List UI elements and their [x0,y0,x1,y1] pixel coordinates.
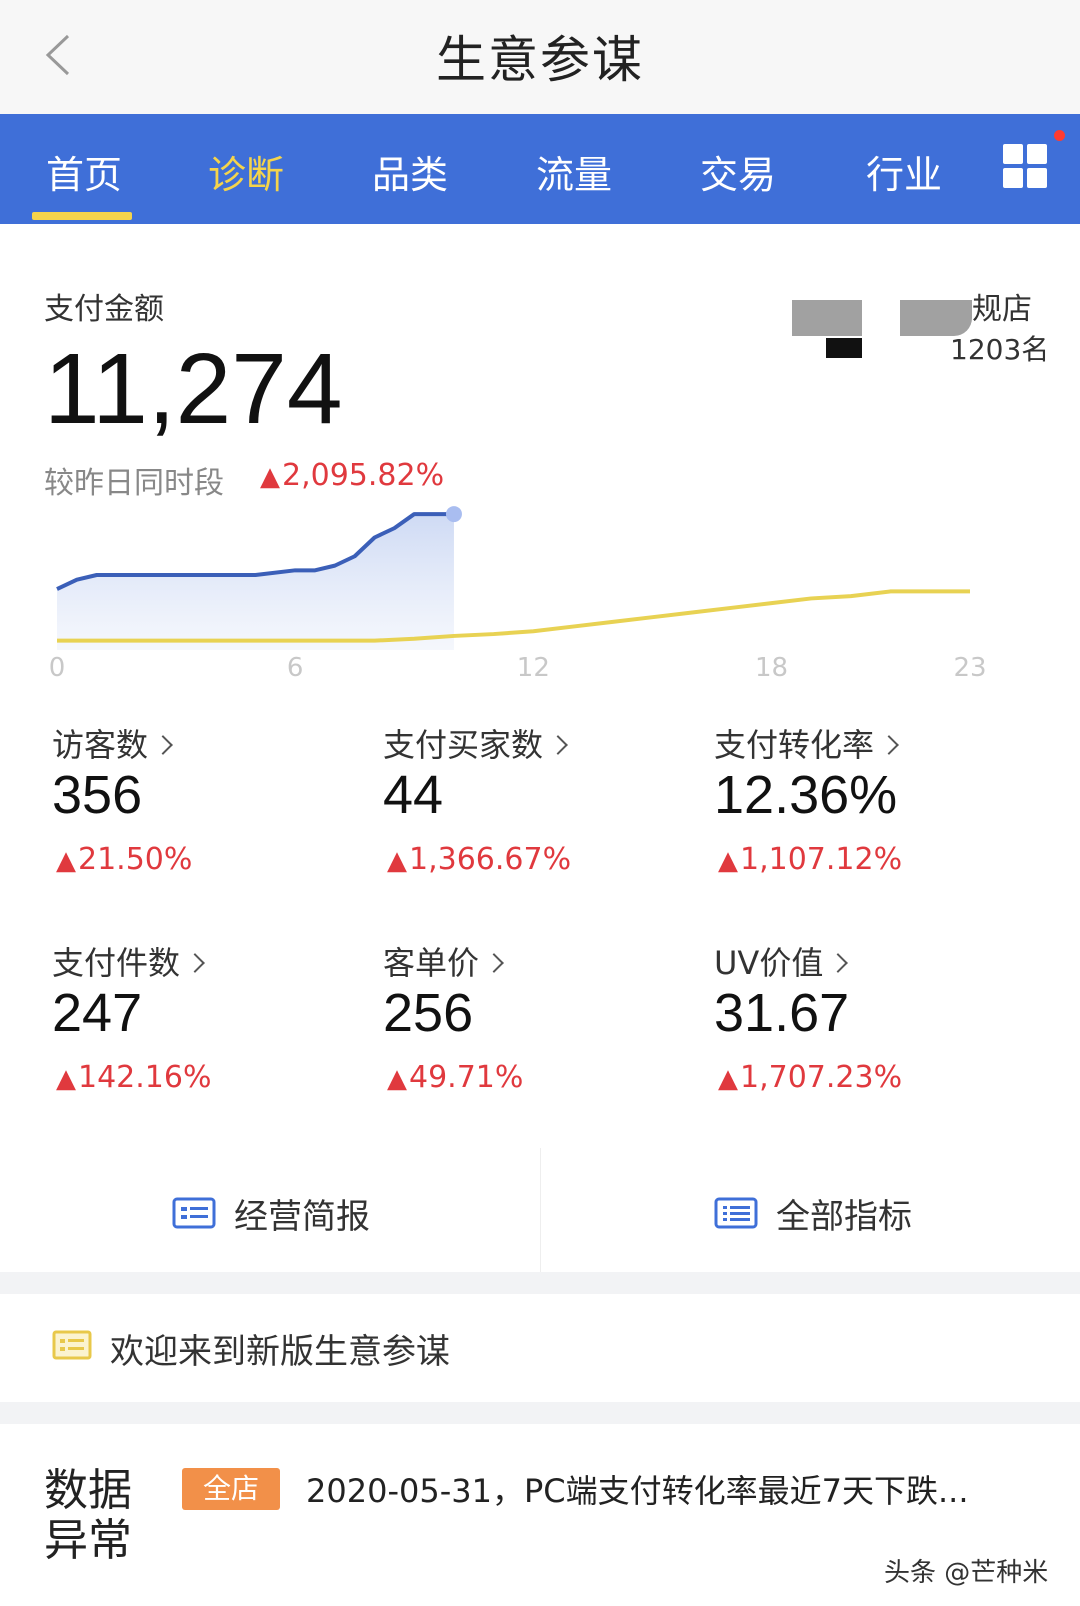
metric-change: 1,107.12% [718,842,902,877]
metric-change: 21.50% [56,842,192,877]
anomaly-message[interactable]: 2020-05-31，PC端支付转化率最近7天下跌... [306,1466,969,1512]
metric-avg-order-value[interactable]: 客单价 256 49.71% [383,938,703,1118]
payment-amount-value: 11,274 [44,333,343,445]
store-type-label: 规店 [972,292,1032,327]
blurred-rank-prefix [826,338,862,358]
metric-change: 1,366.67% [387,842,571,877]
x-tick-label: 6 [287,653,304,683]
business-report-button[interactable]: 经营简报 [172,1188,370,1238]
x-tick-label: 18 [755,653,788,683]
tab-bar: 首页 诊断 品类 流量 交易 行业 [0,114,1080,224]
metric-change: 1,707.23% [718,1060,902,1095]
blurred-store-name [792,300,862,336]
chevron-right-icon [484,953,504,973]
metric-change: 49.71% [387,1060,523,1095]
tab-home[interactable]: 首页 [46,144,122,199]
metric-label: 支付买家数 [383,720,568,766]
payment-amount-label: 支付金额 [44,292,164,327]
x-tick-label: 12 [517,653,550,683]
metric-label: UV价值 [714,938,849,984]
divider [540,1148,541,1272]
section-separator [0,1402,1080,1424]
report-card-icon [172,1197,216,1229]
store-rank: 1203名 [950,333,1050,366]
metric-value: 44 [383,765,444,825]
payment-trend-chart[interactable]: 0 6 12 18 23 [0,500,1080,710]
tab-diagnosis[interactable]: 诊断 [208,144,284,199]
metric-label: 客单价 [383,938,504,984]
all-metrics-label: 全部指标 [776,1196,912,1237]
metric-change: 142.16% [56,1060,211,1095]
chevron-right-icon [548,735,568,755]
list-card-icon [714,1197,758,1229]
page-title: 生意参谋 [436,31,644,89]
metric-visitors[interactable]: 访客数 356 21.50% [52,720,372,900]
metric-items-paid[interactable]: 支付件数 247 142.16% [52,938,372,1118]
tab-category[interactable]: 品类 [372,144,448,199]
metric-paying-buyers[interactable]: 支付买家数 44 1,366.67% [383,720,703,900]
metric-value: 256 [383,983,474,1043]
metric-uv-value[interactable]: UV价值 31.67 1,707.23% [714,938,1034,1118]
chevron-right-icon [185,953,205,973]
welcome-message[interactable]: 欢迎来到新版生意参谋 [110,1324,450,1373]
metric-value: 31.67 [714,983,850,1043]
chevron-right-icon [828,953,849,973]
compare-label: 较昨日同时段 [44,466,224,501]
watermark: 头条 @芒种米 [884,1558,1049,1588]
scope-badge: 全店 [182,1468,280,1510]
series-area-today [57,514,454,650]
current-point-marker[interactable] [445,506,462,523]
notice-card-icon [52,1330,92,1360]
compare-change: 2,095.82% [260,458,444,493]
chevron-right-icon [153,735,173,755]
metric-value: 247 [52,983,143,1043]
tab-traffic[interactable]: 流量 [536,144,612,199]
active-tab-indicator [32,212,132,220]
top-bar: 生意参谋 [0,0,1080,114]
grid-menu-icon[interactable] [1003,144,1049,190]
tab-transaction[interactable]: 交易 [700,144,776,199]
business-report-label: 经营简报 [234,1196,370,1237]
all-metrics-button[interactable]: 全部指标 [714,1188,912,1238]
metric-label: 支付件数 [52,938,205,984]
metric-conversion-rate[interactable]: 支付转化率 12.36% 1,107.12% [714,720,1034,900]
data-anomaly-title: 数据异常 [44,1465,132,1566]
tab-industry[interactable]: 行业 [866,144,942,199]
chevron-right-icon [879,735,899,755]
metric-label: 支付转化率 [714,720,899,766]
metric-value: 12.36% [714,765,898,825]
metric-value: 356 [52,765,143,825]
metric-label: 访客数 [52,720,173,766]
section-separator [0,1272,1080,1294]
x-tick-label: 23 [953,653,986,683]
x-tick-label: 0 [49,653,66,683]
notification-dot [1054,130,1065,141]
